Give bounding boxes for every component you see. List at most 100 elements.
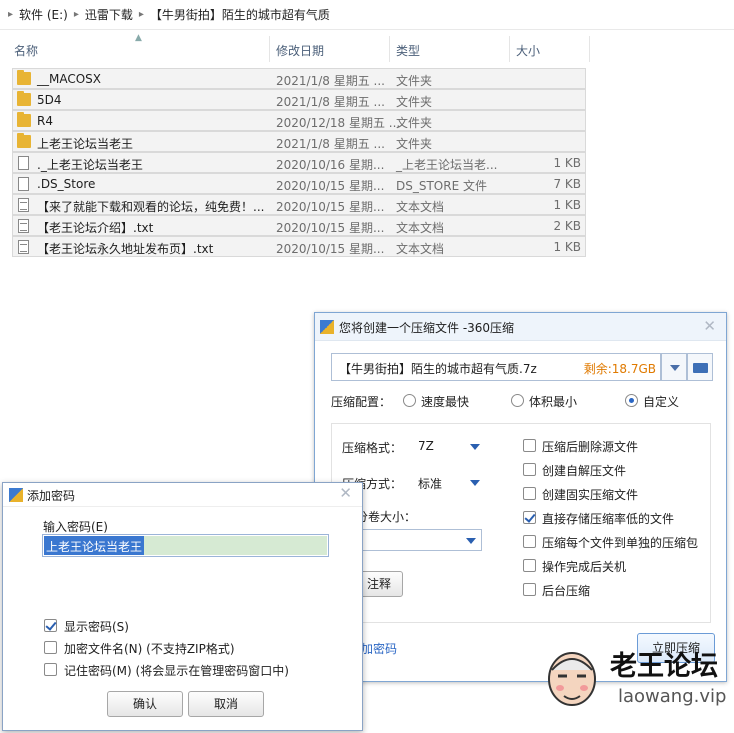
file-type: DS_STORE 文件 xyxy=(396,179,487,193)
browse-folder-button[interactable] xyxy=(687,353,713,381)
text-file-icon xyxy=(18,219,29,233)
column-type[interactable]: 类型 xyxy=(396,42,420,59)
checkbox-encrypt-filenames[interactable] xyxy=(44,641,57,654)
list-item[interactable]: 5D4 2021/1/8 星期五 ... 文件夹 xyxy=(12,89,586,110)
list-item[interactable]: R4 2020/12/18 星期五 ... 文件夹 xyxy=(12,110,586,131)
file-size: 1 KB xyxy=(553,240,581,254)
list-item[interactable]: ._上老王论坛当老王 2020/10/16 星期... _上老王论坛当老... … xyxy=(12,152,586,173)
checkbox-delete-source-label[interactable]: 压缩后删除源文件 xyxy=(542,438,638,455)
compress-config-label: 压缩配置： xyxy=(331,395,392,409)
list-item[interactable]: __MACOSX 2021/1/8 星期五 ... 文件夹 xyxy=(12,68,586,89)
file-size: 2 KB xyxy=(553,219,581,233)
chevron-down-icon xyxy=(466,538,476,544)
close-icon[interactable]: ✕ xyxy=(339,484,352,502)
checkbox-sfx-label[interactable]: 创建自解压文件 xyxy=(542,462,626,479)
file-type: 文本文档 xyxy=(396,200,445,214)
checkbox-solid-label[interactable]: 创建固实压缩文件 xyxy=(542,486,638,503)
checkbox-store-low-ratio[interactable] xyxy=(523,511,536,524)
checkbox-background[interactable] xyxy=(523,583,536,596)
file-name: 上老王论坛当老王 xyxy=(37,137,134,151)
column-name[interactable]: 名称 xyxy=(14,42,38,59)
breadcrumb-current[interactable]: 【牛男街拍】陌生的城市超有气质 xyxy=(150,6,330,23)
chevron-right-icon[interactable]: ▸ xyxy=(74,9,79,20)
checkbox-show-password[interactable] xyxy=(44,619,57,632)
breadcrumb: ▸ 软件 (E:) ▸ 迅雷下载 ▸ 【牛男街拍】陌生的城市超有气质 xyxy=(0,0,734,30)
archive-filename-field[interactable]: 【牛男街拍】陌生的城市超有气质.7z 剩余:18.7GB xyxy=(331,353,661,381)
chevron-right-icon[interactable]: ▸ xyxy=(8,9,13,20)
sort-ascending-icon: ▲ xyxy=(135,33,142,43)
file-date: 2020/10/15 星期... xyxy=(276,242,385,256)
file-name: ._上老王论坛当老王 xyxy=(37,158,143,172)
radio-smallest[interactable] xyxy=(511,394,524,407)
checkbox-solid[interactable] xyxy=(523,487,536,500)
chevron-down-icon[interactable] xyxy=(470,444,480,450)
checkbox-remember-password-label[interactable]: 记住密码(M) (将会显示在管理密码窗口中) xyxy=(64,662,289,679)
column-divider[interactable] xyxy=(589,36,590,62)
chevron-down-icon[interactable] xyxy=(470,480,480,486)
confirm-button-label: 确认 xyxy=(132,697,157,711)
file-type: 文件夹 xyxy=(396,137,433,151)
list-item[interactable]: .DS_Store 2020/10/15 星期... DS_STORE 文件 7… xyxy=(12,173,586,194)
split-size-select[interactable] xyxy=(355,529,482,551)
column-divider[interactable] xyxy=(269,36,270,62)
list-item[interactable]: 【老王论坛介绍】.txt 2020/10/15 星期... 文本文档 2 KB xyxy=(12,215,586,236)
format-label: 压缩格式： xyxy=(342,441,403,455)
filename-dropdown-button[interactable] xyxy=(661,353,687,381)
format-select[interactable]: 7Z xyxy=(418,439,434,453)
column-size[interactable]: 大小 xyxy=(516,42,540,59)
file-date: 2020/10/15 星期... xyxy=(276,179,385,193)
breadcrumb-drive[interactable]: 软件 (E:) xyxy=(19,6,68,23)
dialog-titlebar[interactable]: 您将创建一个压缩文件 -360压缩 ✕ xyxy=(315,313,726,341)
add-password-dialog: 添加密码 ✕ 输入密码(E) 上老王论坛当老王 显示密码(S) 加密文件名(N)… xyxy=(2,482,363,731)
checkbox-sfx[interactable] xyxy=(523,463,536,476)
file-type: 文本文档 xyxy=(396,242,445,256)
file-size: 7 KB xyxy=(553,177,581,191)
mascot-face-icon xyxy=(548,652,596,706)
file-date: 2020/10/15 星期... xyxy=(276,200,385,214)
compress-dialog: 您将创建一个压缩文件 -360压缩 ✕ 【牛男街拍】陌生的城市超有气质.7z 剩… xyxy=(314,312,727,682)
list-item[interactable]: 【来了就能下载和观看的论坛，纯免费！... 2020/10/15 星期... 文… xyxy=(12,194,586,215)
checkbox-background-label[interactable]: 后台压缩 xyxy=(542,582,590,599)
checkbox-separate-archives-label[interactable]: 压缩每个文件到单独的压缩包 xyxy=(542,534,698,551)
file-name: __MACOSX xyxy=(37,72,102,86)
dialog-titlebar[interactable]: 添加密码 ✕ xyxy=(3,483,362,507)
checkbox-shutdown[interactable] xyxy=(523,559,536,572)
checkbox-delete-source[interactable] xyxy=(523,439,536,452)
radio-custom[interactable] xyxy=(625,394,638,407)
watermark-brand: 老王论坛 xyxy=(610,651,718,682)
checkbox-show-password-label[interactable]: 显示密码(S) xyxy=(64,618,129,635)
file-type: 文件夹 xyxy=(396,74,433,88)
confirm-button[interactable]: 确认 xyxy=(107,691,183,717)
column-header-row: 名称 ▲ 修改日期 类型 大小 xyxy=(0,33,590,64)
close-icon[interactable]: ✕ xyxy=(703,317,716,335)
checkbox-remember-password[interactable] xyxy=(44,663,57,676)
list-item[interactable]: 上老王论坛当老王 2021/1/8 星期五 ... 文件夹 xyxy=(12,131,586,152)
chevron-right-icon[interactable]: ▸ xyxy=(139,9,144,20)
text-file-icon xyxy=(18,240,29,254)
dialog-title: 您将创建一个压缩文件 -360压缩 xyxy=(339,321,515,335)
folder-icon xyxy=(17,133,31,148)
radio-smallest-label[interactable]: 体积最小 xyxy=(529,393,577,410)
cancel-button-label: 取消 xyxy=(213,697,238,711)
checkbox-store-low-ratio-label[interactable]: 直接存储压缩率低的文件 xyxy=(542,510,674,527)
column-divider[interactable] xyxy=(389,36,390,62)
radio-fastest[interactable] xyxy=(403,394,416,407)
add-password-link[interactable]: 加密码 xyxy=(361,640,397,657)
password-field[interactable]: 上老王论坛当老王 xyxy=(42,534,329,557)
cancel-button[interactable]: 取消 xyxy=(188,691,264,717)
file-name: 【老王论坛永久地址发布页】.txt xyxy=(37,242,214,256)
checkbox-encrypt-filenames-label[interactable]: 加密文件名(N) (不支持ZIP格式) xyxy=(64,640,235,657)
file-name: 【来了就能下载和观看的论坛，纯免费！... xyxy=(37,200,265,214)
breadcrumb-folder[interactable]: 迅雷下载 xyxy=(85,6,133,23)
column-divider[interactable] xyxy=(509,36,510,62)
checkbox-shutdown-label[interactable]: 操作完成后关机 xyxy=(542,558,626,575)
360-zip-app-icon xyxy=(9,488,23,502)
checkbox-separate-archives[interactable] xyxy=(523,535,536,548)
free-space-label: 剩余:18.7GB xyxy=(583,362,656,376)
radio-custom-label[interactable]: 自定义 xyxy=(643,393,679,410)
column-date[interactable]: 修改日期 xyxy=(276,42,324,59)
radio-fastest-label[interactable]: 速度最快 xyxy=(421,393,469,410)
file-date: 2021/1/8 星期五 ... xyxy=(276,74,385,88)
method-select[interactable]: 标准 xyxy=(418,475,442,492)
list-item[interactable]: 【老王论坛永久地址发布页】.txt 2020/10/15 星期... 文本文档 … xyxy=(12,236,586,257)
